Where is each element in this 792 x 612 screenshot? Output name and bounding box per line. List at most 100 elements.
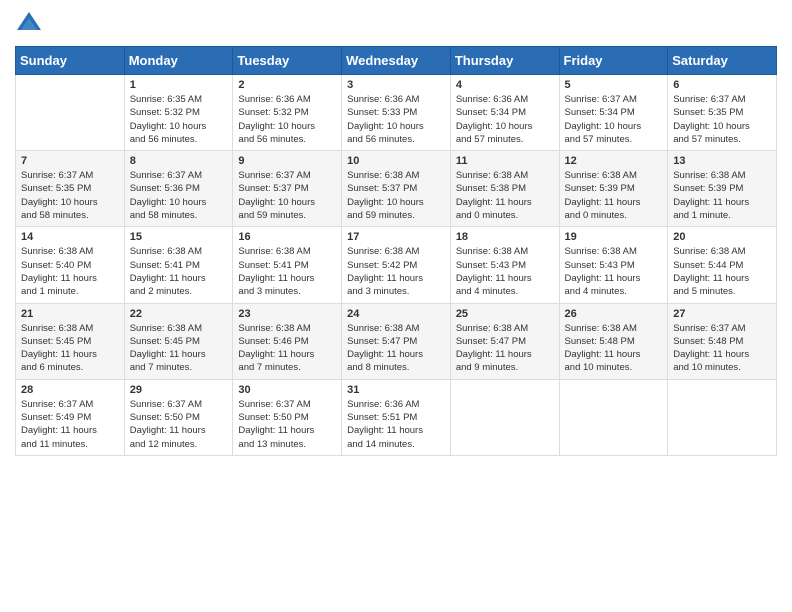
day-number: 16 bbox=[238, 231, 336, 243]
day-number: 29 bbox=[130, 384, 228, 396]
calendar-table: SundayMondayTuesdayWednesdayThursdayFrid… bbox=[15, 46, 777, 456]
day-number: 1 bbox=[130, 79, 228, 91]
calendar-cell: 10 Sunrise: 6:38 AM Sunset: 5:37 PM Dayli… bbox=[342, 151, 451, 227]
day-info: Sunrise: 6:37 AM Sunset: 5:37 PM Dayligh… bbox=[238, 169, 336, 222]
day-number: 18 bbox=[456, 231, 554, 243]
calendar-cell: 17 Sunrise: 6:38 AM Sunset: 5:42 PM Dayli… bbox=[342, 227, 451, 303]
day-number: 27 bbox=[673, 308, 771, 320]
day-number: 12 bbox=[565, 155, 663, 167]
day-info: Sunrise: 6:38 AM Sunset: 5:40 PM Dayligh… bbox=[21, 245, 119, 298]
day-info: Sunrise: 6:38 AM Sunset: 5:48 PM Dayligh… bbox=[565, 322, 663, 375]
calendar-cell: 18 Sunrise: 6:38 AM Sunset: 5:43 PM Dayli… bbox=[450, 227, 559, 303]
day-number: 9 bbox=[238, 155, 336, 167]
calendar-cell: 27 Sunrise: 6:37 AM Sunset: 5:48 PM Dayli… bbox=[668, 303, 777, 379]
calendar-cell: 3 Sunrise: 6:36 AM Sunset: 5:33 PM Daylig… bbox=[342, 75, 451, 151]
day-info: Sunrise: 6:37 AM Sunset: 5:36 PM Dayligh… bbox=[130, 169, 228, 222]
day-number: 19 bbox=[565, 231, 663, 243]
calendar-cell: 6Sunrise: 6:37 AM Sunset: 5:35 PM Daylig… bbox=[668, 75, 777, 151]
day-number: 11 bbox=[456, 155, 554, 167]
day-info: Sunrise: 6:38 AM Sunset: 5:37 PM Dayligh… bbox=[347, 169, 445, 222]
day-info: Sunrise: 6:38 AM Sunset: 5:46 PM Dayligh… bbox=[238, 322, 336, 375]
day-number: 4 bbox=[456, 79, 554, 91]
day-info: Sunrise: 6:38 AM Sunset: 5:41 PM Dayligh… bbox=[130, 245, 228, 298]
day-number: 14 bbox=[21, 231, 119, 243]
calendar-cell: 23 Sunrise: 6:38 AM Sunset: 5:46 PM Dayli… bbox=[233, 303, 342, 379]
calendar-cell: 24Sunrise: 6:38 AM Sunset: 5:47 PM Dayli… bbox=[342, 303, 451, 379]
day-info: Sunrise: 6:37 AM Sunset: 5:34 PM Dayligh… bbox=[565, 93, 663, 146]
header-day-monday: Monday bbox=[124, 47, 233, 75]
day-info: Sunrise: 6:38 AM Sunset: 5:45 PM Dayligh… bbox=[130, 322, 228, 375]
day-info: Sunrise: 6:38 AM Sunset: 5:43 PM Dayligh… bbox=[565, 245, 663, 298]
week-row-2: 7Sunrise: 6:37 AM Sunset: 5:35 PM Daylig… bbox=[16, 151, 777, 227]
day-number: 22 bbox=[130, 308, 228, 320]
day-number: 25 bbox=[456, 308, 554, 320]
calendar-cell: 15 Sunrise: 6:38 AM Sunset: 5:41 PM Dayli… bbox=[124, 227, 233, 303]
calendar-cell: 20 Sunrise: 6:38 AM Sunset: 5:44 PM Dayli… bbox=[668, 227, 777, 303]
header-day-tuesday: Tuesday bbox=[233, 47, 342, 75]
header-day-saturday: Saturday bbox=[668, 47, 777, 75]
logo bbox=[15, 10, 47, 38]
calendar-cell: 26 Sunrise: 6:38 AM Sunset: 5:48 PM Dayli… bbox=[559, 303, 668, 379]
day-info: Sunrise: 6:36 AM Sunset: 5:33 PM Dayligh… bbox=[347, 93, 445, 146]
calendar-cell: 25 Sunrise: 6:38 AM Sunset: 5:47 PM Dayli… bbox=[450, 303, 559, 379]
day-number: 13 bbox=[673, 155, 771, 167]
day-info: Sunrise: 6:36 AM Sunset: 5:32 PM Dayligh… bbox=[238, 93, 336, 146]
day-info: Sunrise: 6:38 AM Sunset: 5:44 PM Dayligh… bbox=[673, 245, 771, 298]
calendar-cell: 9 Sunrise: 6:37 AM Sunset: 5:37 PM Daylig… bbox=[233, 151, 342, 227]
calendar-cell: 28Sunrise: 6:37 AM Sunset: 5:49 PM Dayli… bbox=[16, 379, 125, 455]
header-row: SundayMondayTuesdayWednesdayThursdayFrid… bbox=[16, 47, 777, 75]
day-info: Sunrise: 6:38 AM Sunset: 5:42 PM Dayligh… bbox=[347, 245, 445, 298]
calendar-cell: 12 Sunrise: 6:38 AM Sunset: 5:39 PM Dayli… bbox=[559, 151, 668, 227]
header-day-thursday: Thursday bbox=[450, 47, 559, 75]
calendar-cell: 16Sunrise: 6:38 AM Sunset: 5:41 PM Dayli… bbox=[233, 227, 342, 303]
calendar-cell: 13Sunrise: 6:38 AM Sunset: 5:39 PM Dayli… bbox=[668, 151, 777, 227]
day-number: 8 bbox=[130, 155, 228, 167]
day-info: Sunrise: 6:38 AM Sunset: 5:47 PM Dayligh… bbox=[456, 322, 554, 375]
calendar-cell: 22 Sunrise: 6:38 AM Sunset: 5:45 PM Dayli… bbox=[124, 303, 233, 379]
header bbox=[15, 10, 777, 38]
day-info: Sunrise: 6:38 AM Sunset: 5:43 PM Dayligh… bbox=[456, 245, 554, 298]
day-info: Sunrise: 6:37 AM Sunset: 5:49 PM Dayligh… bbox=[21, 398, 119, 451]
day-info: Sunrise: 6:37 AM Sunset: 5:50 PM Dayligh… bbox=[238, 398, 336, 451]
calendar-cell bbox=[559, 379, 668, 455]
day-number: 6 bbox=[673, 79, 771, 91]
calendar-cell: 11 Sunrise: 6:38 AM Sunset: 5:38 PM Dayli… bbox=[450, 151, 559, 227]
day-info: Sunrise: 6:38 AM Sunset: 5:38 PM Dayligh… bbox=[456, 169, 554, 222]
day-number: 17 bbox=[347, 231, 445, 243]
calendar-cell: 14 Sunrise: 6:38 AM Sunset: 5:40 PM Dayli… bbox=[16, 227, 125, 303]
week-row-3: 14 Sunrise: 6:38 AM Sunset: 5:40 PM Dayli… bbox=[16, 227, 777, 303]
day-number: 3 bbox=[347, 79, 445, 91]
day-number: 21 bbox=[21, 308, 119, 320]
day-number: 30 bbox=[238, 384, 336, 396]
calendar-cell: 7Sunrise: 6:37 AM Sunset: 5:35 PM Daylig… bbox=[16, 151, 125, 227]
day-number: 5 bbox=[565, 79, 663, 91]
calendar-cell: 8 Sunrise: 6:37 AM Sunset: 5:36 PM Daylig… bbox=[124, 151, 233, 227]
day-info: Sunrise: 6:36 AM Sunset: 5:51 PM Dayligh… bbox=[347, 398, 445, 451]
day-info: Sunrise: 6:37 AM Sunset: 5:48 PM Dayligh… bbox=[673, 322, 771, 375]
day-number: 20 bbox=[673, 231, 771, 243]
day-info: Sunrise: 6:37 AM Sunset: 5:50 PM Dayligh… bbox=[130, 398, 228, 451]
day-number: 10 bbox=[347, 155, 445, 167]
day-number: 23 bbox=[238, 308, 336, 320]
calendar-cell: 5 Sunrise: 6:37 AM Sunset: 5:34 PM Daylig… bbox=[559, 75, 668, 151]
week-row-1: 1 Sunrise: 6:35 AM Sunset: 5:32 PM Daylig… bbox=[16, 75, 777, 151]
calendar-cell: 2 Sunrise: 6:36 AM Sunset: 5:32 PM Daylig… bbox=[233, 75, 342, 151]
calendar-cell: 21 Sunrise: 6:38 AM Sunset: 5:45 PM Dayli… bbox=[16, 303, 125, 379]
day-info: Sunrise: 6:38 AM Sunset: 5:39 PM Dayligh… bbox=[565, 169, 663, 222]
logo-icon bbox=[15, 10, 43, 38]
day-number: 26 bbox=[565, 308, 663, 320]
header-day-friday: Friday bbox=[559, 47, 668, 75]
day-info: Sunrise: 6:38 AM Sunset: 5:45 PM Dayligh… bbox=[21, 322, 119, 375]
calendar-cell bbox=[16, 75, 125, 151]
page-container: SundayMondayTuesdayWednesdayThursdayFrid… bbox=[0, 0, 792, 466]
day-info: Sunrise: 6:35 AM Sunset: 5:32 PM Dayligh… bbox=[130, 93, 228, 146]
week-row-4: 21 Sunrise: 6:38 AM Sunset: 5:45 PM Dayli… bbox=[16, 303, 777, 379]
day-number: 2 bbox=[238, 79, 336, 91]
day-number: 31 bbox=[347, 384, 445, 396]
header-day-sunday: Sunday bbox=[16, 47, 125, 75]
day-number: 15 bbox=[130, 231, 228, 243]
calendar-cell bbox=[668, 379, 777, 455]
day-number: 7 bbox=[21, 155, 119, 167]
week-row-5: 28Sunrise: 6:37 AM Sunset: 5:49 PM Dayli… bbox=[16, 379, 777, 455]
calendar-cell: 4Sunrise: 6:36 AM Sunset: 5:34 PM Daylig… bbox=[450, 75, 559, 151]
